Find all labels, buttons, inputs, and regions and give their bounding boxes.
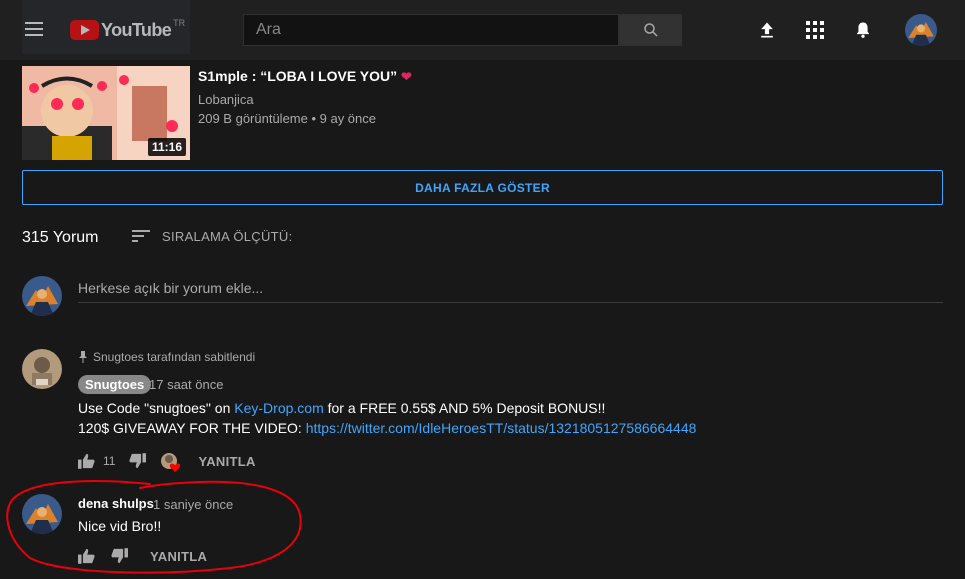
thumbs-down-icon <box>111 548 128 564</box>
avatar-image <box>22 276 62 316</box>
comment-time[interactable]: 17 saat önce <box>149 377 223 392</box>
add-comment-input[interactable] <box>78 277 943 303</box>
comment-author-avatar[interactable] <box>22 494 62 534</box>
search-button[interactable] <box>619 14 682 46</box>
thumbs-up-icon <box>78 548 95 564</box>
comment-author-avatar[interactable] <box>22 349 62 389</box>
sort-comments-button[interactable]: SIRALAMA ÖLÇÜTÜ: <box>132 228 293 244</box>
upload-icon <box>761 22 773 38</box>
avatar-image <box>22 349 62 389</box>
apps-icon <box>806 21 824 39</box>
sort-label: SIRALAMA ÖLÇÜTÜ: <box>162 228 293 244</box>
sort-icon <box>132 230 150 242</box>
pinned-text: Snugtoes tarafından sabitlendi <box>93 350 256 364</box>
pinned-indicator: Snugtoes tarafından sabitlendi <box>78 350 255 364</box>
comment-author-name[interactable]: dena shulps <box>78 496 154 511</box>
avatar-image <box>905 14 937 46</box>
channel-name[interactable]: Lobanjica <box>198 92 412 107</box>
video-meta: S1mple : “LOBA I LOVE YOU” ❤ Lobanjica 2… <box>198 66 412 162</box>
search-icon <box>643 23 658 37</box>
reply-button[interactable]: YANITLA <box>150 549 207 564</box>
comment-time[interactable]: 1 saniye önce <box>153 497 233 512</box>
comment-text: Use Code "snugtoes" on Key-Drop.com for … <box>78 398 938 438</box>
youtube-watch-page: YouTube TR Ara 11:16 S1mple: “LOBA I LO… <box>0 0 965 579</box>
dislike-button[interactable] <box>111 548 128 564</box>
comment-author-chip[interactable]: Snugtoes <box>78 375 152 394</box>
comment-link-keydrop[interactable]: Key-Drop.com <box>234 400 323 416</box>
comment-line-2: 120$ GIVEAWAY FOR THE VIDEO: https://twi… <box>78 418 938 438</box>
avatar-image <box>22 494 62 534</box>
like-button[interactable] <box>78 453 95 469</box>
bell-icon <box>856 22 870 38</box>
like-button[interactable] <box>78 548 95 564</box>
creator-avatar-heart-icon <box>161 453 181 472</box>
video-stats: 209 B görüntüleme • 9 ay önce <box>198 111 377 126</box>
video-duration: 11:16 <box>147 138 186 156</box>
comment-text-segment: for a FREE 0.55$ AND 5% Deposit BONUS!! <box>323 400 606 416</box>
search-input[interactable] <box>243 14 619 46</box>
previous-video-thumbnail <box>22 0 190 54</box>
comment-text-segment: Use Code "snugtoes" on <box>78 400 235 416</box>
account-avatar[interactable] <box>905 14 937 46</box>
heart-emoji: ❤ <box>401 69 412 84</box>
comment-link-twitter[interactable]: https://twitter.com/IdleHeroesTT/status/… <box>306 420 697 436</box>
show-more-button[interactable]: DAHA FAZLA GÖSTER <box>22 170 943 205</box>
apps-button[interactable] <box>803 18 827 42</box>
comment-text: Nice vid Bro!! <box>78 518 162 534</box>
comments-count: 315 Yorum <box>22 229 99 246</box>
comment-line-1: Use Code "snugtoes" on Key-Drop.com for … <box>78 398 938 418</box>
video-title[interactable]: S1mple : “LOBA I LOVE YOU” ❤ <box>198 67 412 86</box>
like-count: 11 <box>103 454 116 468</box>
pin-icon <box>79 351 87 363</box>
creator-heart-badge <box>160 452 181 472</box>
thumbs-down-icon <box>129 453 147 469</box>
upload-button[interactable] <box>755 18 779 42</box>
reply-button[interactable]: YANITLA <box>198 454 255 469</box>
video-thumbnail[interactable]: 11:16 <box>22 66 190 160</box>
dislike-button[interactable] <box>129 453 147 469</box>
comment-actions: 11 YANITLA <box>78 452 256 472</box>
related-video-card[interactable]: 11:16 S1mple : “LOBA I LOVE YOU” ❤ Loban… <box>22 66 722 162</box>
thumbs-up-icon <box>78 453 95 469</box>
notifications-button[interactable] <box>851 18 875 42</box>
my-avatar <box>22 276 62 316</box>
comment-actions: YANITLA <box>78 548 207 564</box>
video-title-text: S1mple : “LOBA I LOVE YOU” <box>198 68 398 84</box>
comment-text-segment: 120$ GIVEAWAY FOR THE VIDEO: <box>78 420 306 436</box>
